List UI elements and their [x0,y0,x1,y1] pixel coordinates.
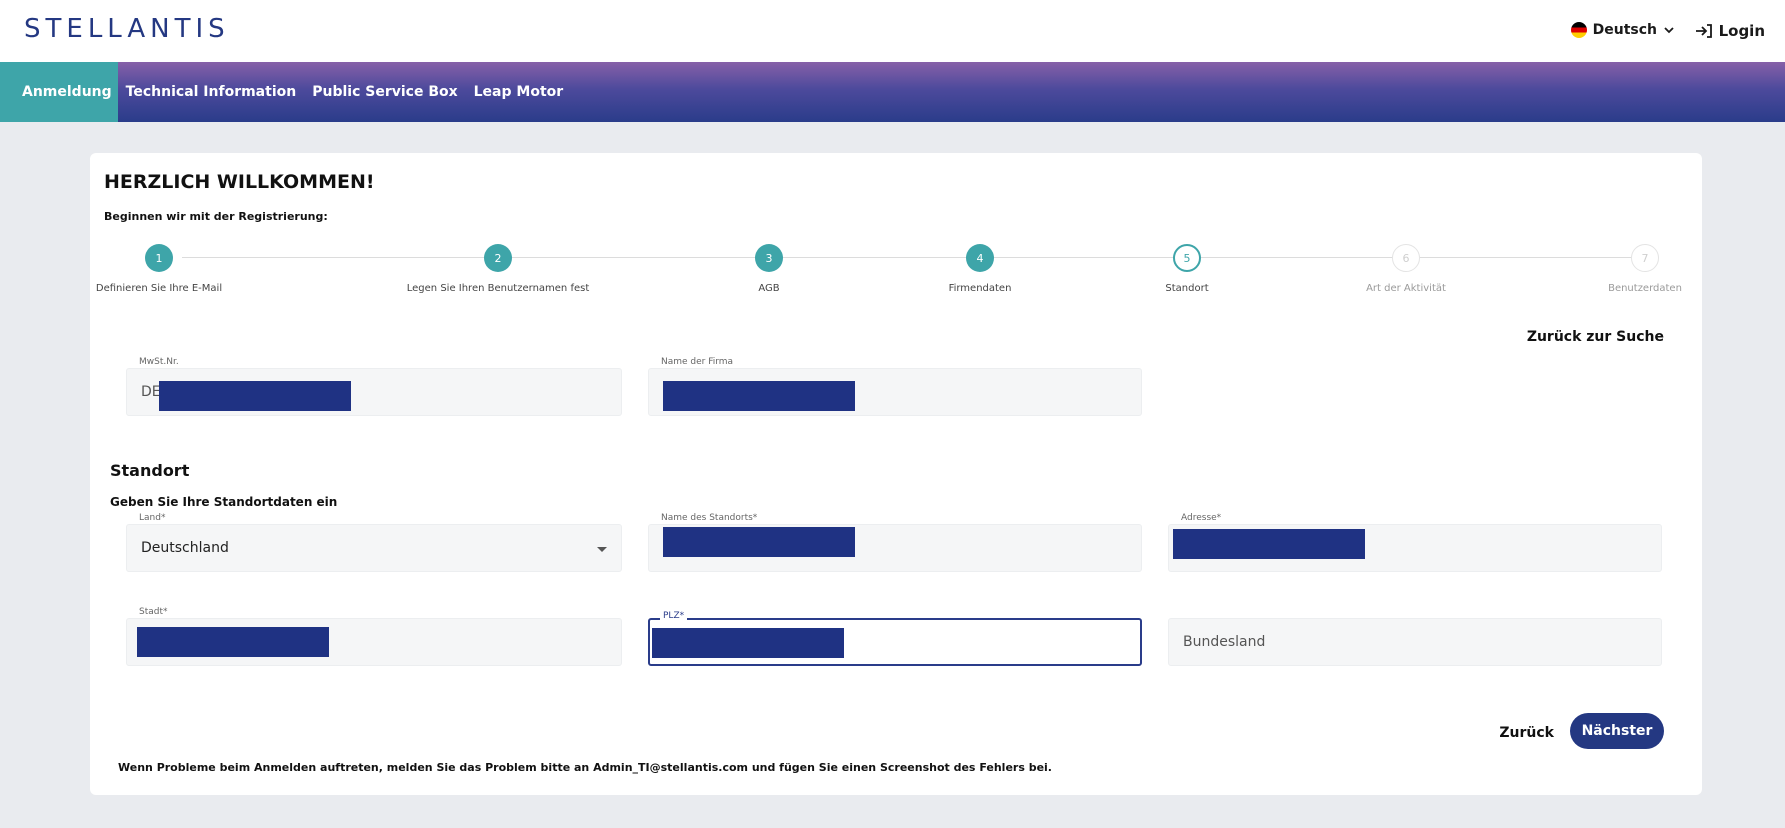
step-5-circle: 5 [1173,244,1201,272]
top-header: STELLANTIS Deutsch Login [0,0,1785,62]
redaction-box [159,381,351,411]
step-4-label: Firmendaten [948,283,1012,294]
redaction-box [1173,529,1365,559]
step-6-circle: 6 [1392,244,1420,272]
address-label: Adresse* [1181,513,1222,523]
page-title: HERZLICH WILLKOMMEN! [104,171,375,193]
step-7-circle: 7 [1631,244,1659,272]
country-label: Land* [139,513,166,523]
city-field[interactable]: Stadt* [126,607,622,666]
registration-card: HERZLICH WILLKOMMEN! Beginnen wir mit de… [90,153,1702,795]
main-nav: Anmeldung Technical Information Public S… [0,62,1785,122]
address-field[interactable]: Adresse* [1168,513,1662,572]
step-2-label: Legen Sie Ihren Benutzernamen fest [406,283,590,294]
vat-number-value: DE [141,384,161,400]
language-selector[interactable]: Deutsch [1570,22,1675,38]
country-value: Deutschland [141,540,229,556]
login-icon [1695,24,1712,38]
redaction-box [663,381,855,411]
redaction-box [137,627,329,657]
city-label: Stadt* [139,607,168,617]
step-3-circle: 3 [755,244,783,272]
step-1-label: Definieren Sie Ihre E-Mail [95,283,223,294]
zip-code-label: PLZ* [660,611,688,621]
zip-code-field[interactable]: PLZ* [648,611,1142,666]
nav-item-anmeldung[interactable]: Anmeldung [0,62,118,122]
step-4-circle: 4 [966,244,994,272]
step-6-label: Art der Aktivität [1366,283,1446,294]
language-label: Deutsch [1592,22,1657,38]
location-section-title: Standort [110,461,190,480]
nav-item-leap-motor[interactable]: Leap Motor [466,62,572,122]
country-select[interactable]: Land* Deutschland [126,513,622,572]
state-field[interactable]: Bundesland [1168,618,1662,666]
chevron-down-icon [1664,27,1674,34]
company-name-field[interactable]: Name der Firma [648,357,1142,416]
step-3-label: AGB [758,283,780,294]
stepper-line [182,257,1652,258]
site-name-label: Name des Standorts* [661,513,758,523]
redaction-box [663,527,855,557]
back-button[interactable]: Zurück [1499,725,1554,741]
page-subtitle: Beginnen wir mit der Registrierung: [104,210,328,223]
company-name-label: Name der Firma [661,357,734,367]
support-note: Wenn Probleme beim Anmelden auftreten, m… [118,761,1052,774]
site-name-field[interactable]: Name des Standorts* [648,513,1142,572]
step-1-circle: 1 [145,244,173,272]
next-button[interactable]: Nächster [1570,713,1664,749]
vat-number-label: MwSt.Nr. [139,357,179,367]
german-flag-icon [1570,22,1587,38]
step-2-circle: 2 [484,244,512,272]
stellantis-logo[interactable]: STELLANTIS [24,14,230,44]
location-section-subtitle: Geben Sie Ihre Standortdaten ein [110,495,338,509]
vat-number-field[interactable]: MwSt.Nr. DE [126,357,622,416]
back-to-search-link[interactable]: Zurück zur Suche [1527,329,1664,345]
step-7-label: Benutzerdaten [1608,283,1682,294]
login-button[interactable]: Login [1695,22,1765,40]
state-placeholder: Bundesland [1183,634,1266,650]
login-label: Login [1718,22,1765,40]
nav-item-public-service-box[interactable]: Public Service Box [304,62,465,122]
dropdown-caret-icon [597,547,607,552]
redaction-box [652,628,844,658]
nav-item-technical-information[interactable]: Technical Information [118,62,305,122]
step-5-label: Standort [1165,283,1209,294]
